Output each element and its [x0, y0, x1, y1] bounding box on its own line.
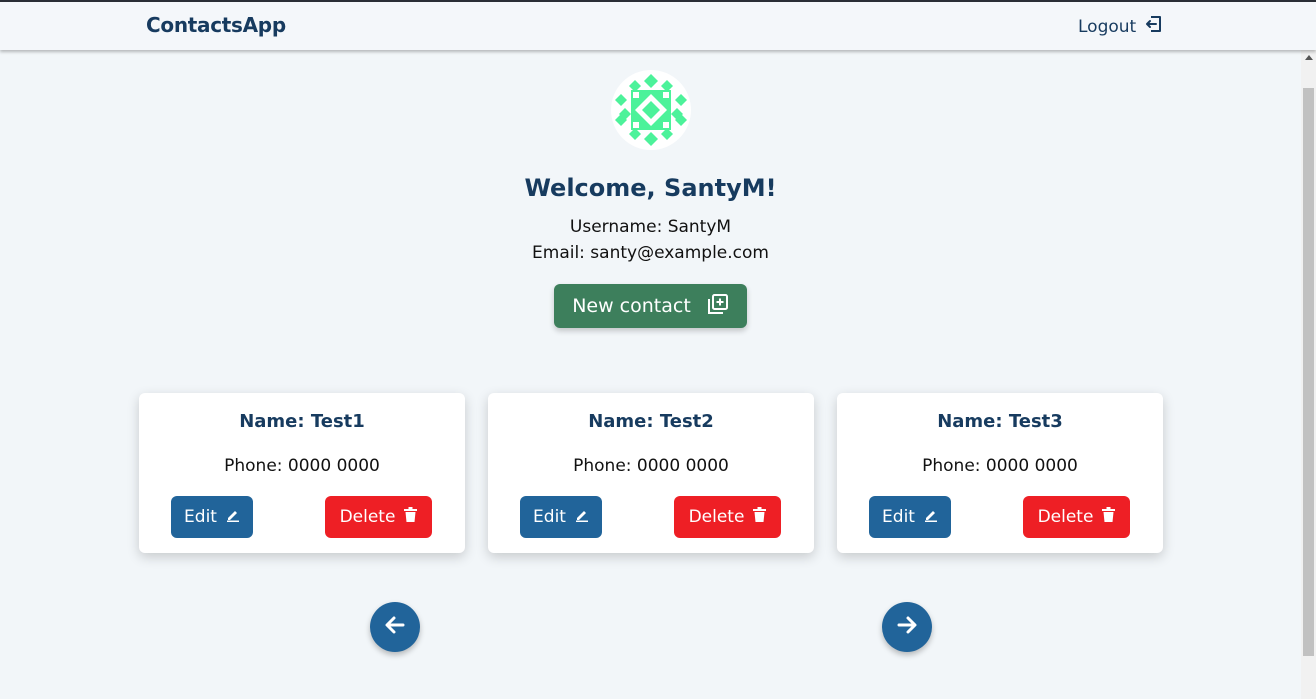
next-page-button[interactable] — [882, 602, 932, 652]
email-text: Email: santy@example.com — [532, 243, 769, 263]
pencil-icon — [924, 507, 938, 527]
navbar: ContactsApp Logout — [0, 2, 1316, 50]
logout-button[interactable]: Logout — [1078, 14, 1164, 39]
edit-label: Edit — [882, 507, 915, 527]
delete-label: Delete — [339, 507, 396, 527]
trash-icon — [753, 507, 767, 527]
pencil-icon — [575, 507, 589, 527]
delete-button[interactable]: Delete — [674, 496, 781, 538]
identicon-image — [615, 74, 687, 146]
welcome-heading: Welcome, SantyM! — [524, 174, 777, 202]
contact-name: Name: Test2 — [588, 411, 714, 432]
contact-card: Name: Test3 Phone: 0000 0000 Edit Delete — [837, 393, 1163, 553]
arrow-left-icon — [384, 614, 406, 640]
delete-label: Delete — [1037, 507, 1094, 527]
edit-button[interactable]: Edit — [171, 496, 253, 538]
delete-button[interactable]: Delete — [325, 496, 432, 538]
contact-phone: Phone: 0000 0000 — [224, 456, 380, 476]
arrow-right-icon — [896, 614, 918, 640]
edit-label: Edit — [533, 507, 566, 527]
delete-label: Delete — [688, 507, 745, 527]
scroll-up-arrow-icon[interactable] — [1305, 55, 1313, 60]
contact-phone: Phone: 0000 0000 — [573, 456, 729, 476]
scrollbar-thumb[interactable] — [1303, 88, 1314, 656]
contact-card: Name: Test1 Phone: 0000 0000 Edit Delete — [139, 393, 465, 553]
edit-label: Edit — [184, 507, 217, 527]
brand-logo-text[interactable]: ContactsApp — [146, 13, 286, 37]
edit-button[interactable]: Edit — [869, 496, 951, 538]
add-box-icon — [707, 293, 729, 320]
pencil-icon — [226, 507, 240, 527]
new-contact-label: New contact — [572, 295, 691, 317]
trash-icon — [1102, 507, 1116, 527]
logout-icon — [1144, 14, 1164, 39]
page-scrollbar[interactable] — [1301, 50, 1316, 699]
trash-icon — [404, 507, 418, 527]
contact-phone: Phone: 0000 0000 — [922, 456, 1078, 476]
edit-button[interactable]: Edit — [520, 496, 602, 538]
contact-name: Name: Test3 — [937, 411, 1063, 432]
avatar — [611, 70, 691, 150]
username-text: Username: SantyM — [569, 217, 732, 237]
contact-card: Name: Test2 Phone: 0000 0000 Edit Delete — [488, 393, 814, 553]
new-contact-button[interactable]: New contact — [554, 284, 747, 328]
previous-page-button[interactable] — [370, 602, 420, 652]
contact-name: Name: Test1 — [239, 411, 365, 432]
delete-button[interactable]: Delete — [1023, 496, 1130, 538]
logout-label: Logout — [1078, 16, 1137, 37]
